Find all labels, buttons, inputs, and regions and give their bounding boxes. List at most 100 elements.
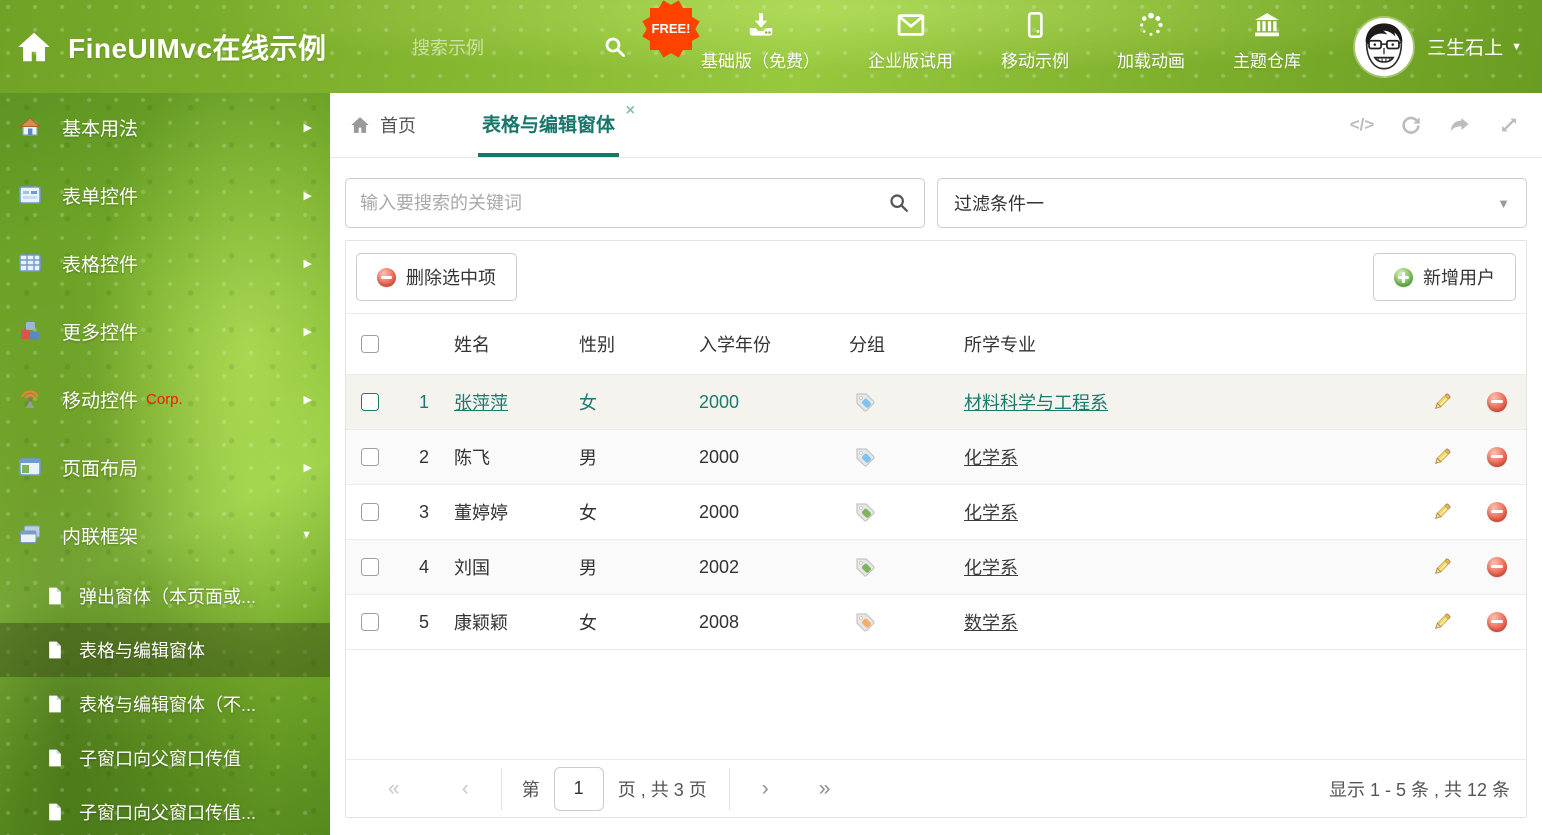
- frames-icon: [18, 523, 42, 547]
- expand-icon[interactable]: [1498, 114, 1520, 136]
- document-icon: [45, 748, 65, 768]
- edit-icon[interactable]: [1431, 556, 1453, 578]
- major-link[interactable]: 化学系: [964, 558, 1018, 578]
- tab-grid-edit-window[interactable]: 表格与编辑窗体 ×: [478, 93, 619, 157]
- name-cell[interactable]: 陈飞: [454, 448, 490, 468]
- major-link[interactable]: 化学系: [964, 448, 1018, 468]
- name-cell[interactable]: 刘国: [454, 558, 490, 578]
- minus-circle-icon: [377, 268, 396, 287]
- name-cell[interactable]: 张萍萍: [454, 393, 508, 413]
- delete-row-icon[interactable]: [1487, 447, 1507, 467]
- sidebar-item-form-controls[interactable]: 表单控件 ▶: [0, 161, 330, 229]
- sidebar-subitem-grid-edit-window[interactable]: 表格与编辑窗体: [0, 623, 330, 677]
- edit-icon[interactable]: [1431, 446, 1453, 468]
- table-row[interactable]: 5 康颖颖 女 2008 数学系: [346, 595, 1526, 650]
- name-cell[interactable]: 董婷婷: [454, 503, 508, 523]
- refresh-icon[interactable]: [1400, 114, 1422, 136]
- row-number: 3: [394, 502, 454, 523]
- year-cell: 2008: [699, 612, 849, 633]
- keyword-search-input[interactable]: [360, 193, 888, 214]
- divider: [729, 768, 730, 810]
- nav-loading-animation[interactable]: 加载动画: [1117, 10, 1185, 84]
- sidebar-subitem-child-to-parent-2[interactable]: 子窗口向父窗口传值...: [0, 785, 330, 835]
- sidebar-subitem-child-to-parent[interactable]: 子窗口向父窗口传值: [0, 731, 330, 785]
- brand[interactable]: FineUIMvc在线示例: [0, 27, 412, 67]
- header-search[interactable]: 搜索示例: [412, 34, 627, 60]
- search-icon[interactable]: [603, 35, 627, 59]
- first-page-button[interactable]: «: [388, 777, 400, 801]
- gender-cell: 男: [579, 444, 699, 470]
- delete-row-icon[interactable]: [1487, 392, 1507, 412]
- avatar[interactable]: [1355, 18, 1413, 76]
- sidebar-item-basic-usage[interactable]: 基本用法 ▶: [0, 93, 330, 161]
- document-icon: [45, 640, 65, 660]
- add-user-button[interactable]: 新增用户: [1373, 253, 1516, 301]
- table-row[interactable]: 3 董婷婷 女 2000 化学系: [346, 485, 1526, 540]
- prev-page-button[interactable]: ‹: [462, 777, 469, 801]
- sidebar-item-more-controls[interactable]: 更多控件 ▶: [0, 297, 330, 365]
- column-year[interactable]: 入学年份: [699, 331, 849, 357]
- user-menu[interactable]: 三生石上 ▼: [1427, 33, 1522, 60]
- year-cell: 2000: [699, 502, 849, 523]
- major-link[interactable]: 化学系: [964, 503, 1018, 523]
- antenna-icon: [18, 387, 42, 411]
- row-checkbox[interactable]: [361, 393, 379, 411]
- app-title: FineUIMvc在线示例: [68, 27, 327, 67]
- row-checkbox[interactable]: [361, 613, 379, 631]
- divider: [501, 768, 502, 810]
- document-icon: [45, 802, 65, 822]
- table-row[interactable]: 4 刘国 男 2002 化学系: [346, 540, 1526, 595]
- nav-basic-free[interactable]: FREE! 基础版（免费）: [701, 10, 820, 84]
- select-all-checkbox[interactable]: [361, 335, 379, 353]
- tag-icon: [853, 390, 877, 414]
- name-cell[interactable]: 康颖颖: [454, 613, 508, 633]
- table-row[interactable]: 2 陈飞 男 2000 化学系: [346, 430, 1526, 485]
- last-page-button[interactable]: »: [819, 777, 831, 801]
- share-icon[interactable]: [1449, 114, 1471, 136]
- row-number: 2: [394, 447, 454, 468]
- column-major[interactable]: 所学专业: [964, 331, 1417, 357]
- column-name[interactable]: 姓名: [454, 331, 579, 357]
- edit-icon[interactable]: [1431, 611, 1453, 633]
- close-icon[interactable]: ×: [626, 103, 635, 119]
- sidebar-subitem-grid-edit-window-2[interactable]: 表格与编辑窗体（不...: [0, 677, 330, 731]
- row-number: 1: [394, 392, 454, 413]
- delete-row-icon[interactable]: [1487, 502, 1507, 522]
- tab-home[interactable]: 首页: [346, 93, 420, 157]
- row-number: 4: [394, 557, 454, 578]
- cubes-icon: [18, 319, 42, 343]
- row-checkbox[interactable]: [361, 558, 379, 576]
- major-link[interactable]: 材料科学与工程系: [964, 393, 1108, 413]
- sidebar-item-page-layout[interactable]: 页面布局 ▶: [0, 433, 330, 501]
- nav-mobile-demo[interactable]: 移动示例: [1001, 10, 1069, 84]
- table-row[interactable]: 1 张萍萍 女 2000 材料科学与工程系: [346, 375, 1526, 430]
- column-gender[interactable]: 性别: [579, 331, 699, 357]
- nav-enterprise-trial[interactable]: 企业版试用: [868, 10, 953, 84]
- filter-dropdown[interactable]: 过滤条件一 ▼: [937, 178, 1527, 228]
- search-icon[interactable]: [888, 192, 910, 214]
- nav-label: 基础版（免费）: [701, 47, 820, 72]
- page-number-input[interactable]: [554, 767, 604, 811]
- source-code-icon[interactable]: </>: [1351, 114, 1373, 136]
- row-checkbox[interactable]: [361, 448, 379, 466]
- edit-icon[interactable]: [1431, 391, 1453, 413]
- nav-theme-store[interactable]: 主题仓库: [1233, 10, 1301, 84]
- delete-selected-button[interactable]: 删除选中项: [356, 253, 517, 301]
- delete-row-icon[interactable]: [1487, 557, 1507, 577]
- keyword-search-box[interactable]: [345, 178, 925, 228]
- edit-icon[interactable]: [1431, 501, 1453, 523]
- header-nav: FREE! 基础版（免费） 企业版试用 移动示例: [701, 10, 1301, 84]
- delete-row-icon[interactable]: [1487, 612, 1507, 632]
- layout-icon: [18, 455, 42, 479]
- sidebar-item-mobile-controls[interactable]: 移动控件 Corp. ▶: [0, 365, 330, 433]
- next-page-button[interactable]: ›: [762, 777, 769, 801]
- sidebar-item-inline-frame[interactable]: 内联框架 ▼: [0, 501, 330, 569]
- column-group[interactable]: 分组: [849, 331, 964, 357]
- sidebar-subitem-popup-window[interactable]: 弹出窗体（本页面或...: [0, 569, 330, 623]
- sidebar-item-grid-controls[interactable]: 表格控件 ▶: [0, 229, 330, 297]
- major-link[interactable]: 数学系: [964, 613, 1018, 633]
- row-checkbox[interactable]: [361, 503, 379, 521]
- app-window: FineUIMvc在线示例 搜索示例 FREE! 基础版（免费） 企业版试用: [0, 0, 1542, 835]
- chevron-down-icon: ▼: [301, 529, 312, 541]
- tag-icon: [853, 445, 877, 469]
